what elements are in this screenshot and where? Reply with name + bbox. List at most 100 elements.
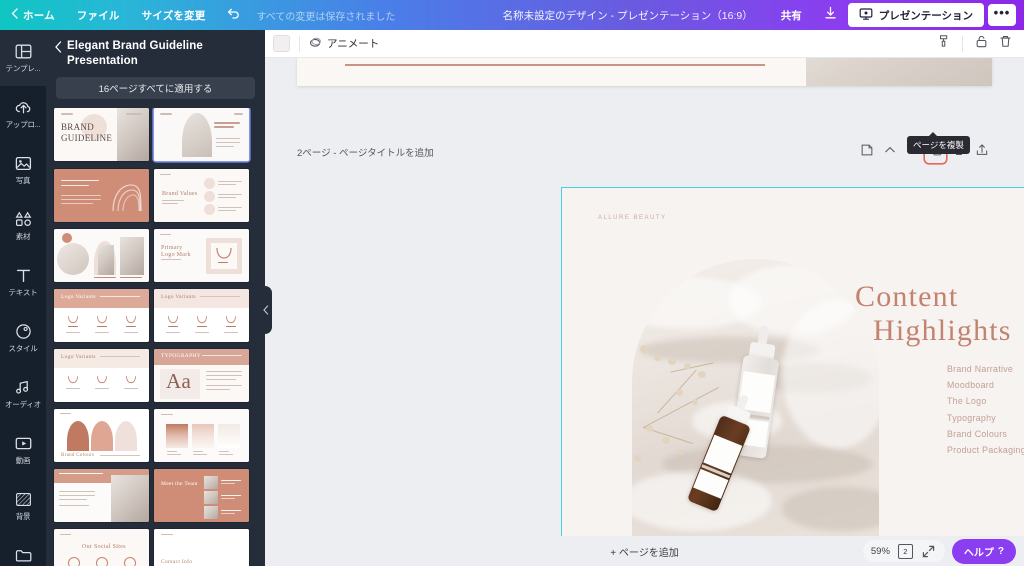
slide-title-line-2: Highlights bbox=[873, 313, 1012, 347]
folder-icon bbox=[15, 547, 32, 564]
rail-item-8[interactable]: 動画 bbox=[0, 422, 46, 478]
template-thumbnail-6[interactable]: Primary Logo Mark bbox=[154, 228, 249, 282]
resize-button[interactable]: サイズを変更 bbox=[131, 0, 217, 30]
rail-item-9[interactable]: 背景 bbox=[0, 478, 46, 534]
help-button[interactable]: ヘルプ ? bbox=[951, 538, 1016, 564]
template-thumbnail-5[interactable] bbox=[54, 228, 149, 282]
toolbar-divider bbox=[962, 35, 963, 52]
template-thumbnail-15[interactable]: Our Social Sites bbox=[54, 529, 149, 566]
animate-label: アニメート bbox=[327, 38, 380, 50]
template-thumbnail-3[interactable] bbox=[54, 168, 149, 222]
page-title-field[interactable]: 2ページ - ページタイトルを追加 bbox=[297, 145, 434, 159]
palette-icon bbox=[15, 323, 32, 340]
zoom-controls: 59% 2 bbox=[862, 540, 945, 562]
text-t-icon bbox=[15, 267, 32, 284]
present-button[interactable]: プレゼンテーション bbox=[847, 3, 984, 27]
rail-item-label: スタイル bbox=[8, 343, 38, 353]
slide-page-1-partial[interactable] bbox=[297, 58, 992, 86]
rail-item-label: テンプレ... bbox=[5, 63, 41, 73]
slide-page-2[interactable]: ALLURE BEAUTY 02 bbox=[561, 187, 1024, 537]
rail-item-5[interactable]: テキスト bbox=[0, 254, 46, 310]
panel-title: Elegant Brand Guideline Presentation bbox=[67, 40, 203, 67]
move-up-button[interactable] bbox=[879, 142, 900, 163]
document-title: 名称未設定のデザイン - プレゼンテーション（16:9） bbox=[502, 9, 753, 22]
note-icon bbox=[860, 143, 874, 162]
copy-style-icon bbox=[937, 34, 952, 54]
file-menu[interactable]: ファイル bbox=[66, 0, 131, 30]
table-of-contents[interactable]: Brand Narrative03 Moodboard05 The Logo06 Ty… bbox=[947, 364, 1024, 461]
template-thumbnail-4[interactable]: Brand Values bbox=[154, 168, 249, 222]
toc-row: The Logo06 bbox=[947, 396, 1024, 406]
resize-label: サイズを変更 bbox=[141, 9, 206, 22]
panel-collapse-handle[interactable] bbox=[259, 286, 272, 334]
help-question-icon: ? bbox=[997, 545, 1004, 557]
canvas-area: アニメート 2ページ - ページタイトルを追加 ALLURE BEAUTY Co… bbox=[265, 30, 1024, 566]
audio-note-icon bbox=[15, 379, 32, 396]
upload-cloud-icon bbox=[15, 99, 32, 116]
rail-item-10[interactable]: フォルダー bbox=[0, 534, 46, 566]
template-thumbnail-14[interactable]: Meet the Team bbox=[154, 469, 249, 523]
share-button[interactable]: 共有 bbox=[769, 4, 814, 27]
template-thumbnail-grid: BRAND GUIDELINE Brand Values Primary Logo Ma… bbox=[46, 108, 265, 566]
animate-button[interactable]: アニメート bbox=[309, 36, 379, 52]
canvas-scroll-region[interactable]: 2ページ - ページタイトルを追加 ALLURE BEAUTY 02 bbox=[265, 58, 1024, 537]
template-grid-icon bbox=[15, 43, 32, 60]
present-screen-icon bbox=[859, 7, 873, 23]
template-thumbnail-13[interactable] bbox=[54, 469, 149, 523]
delete-button[interactable] bbox=[994, 33, 1016, 55]
template-thumbnail-2[interactable] bbox=[154, 108, 249, 162]
rail-item-6[interactable]: スタイル bbox=[0, 310, 46, 366]
canvas-toolbar: アニメート bbox=[265, 30, 1024, 58]
slide-title[interactable]: Content Highlights bbox=[855, 280, 1012, 347]
undo-button[interactable] bbox=[217, 0, 249, 30]
toc-label: Brand Narrative bbox=[947, 364, 1014, 374]
template-thumbnail-16[interactable]: Contact Info bbox=[154, 529, 249, 566]
rail-item-label: テキスト bbox=[8, 287, 38, 297]
save-status: すべての変更は保存されました bbox=[256, 11, 396, 23]
brand-mark-text: ALLURE BEAUTY bbox=[598, 215, 667, 221]
slide-1-photo bbox=[806, 58, 992, 86]
decorative-rule bbox=[345, 64, 765, 66]
template-thumbnail-11[interactable]: Brand Colours bbox=[54, 409, 149, 463]
rail-item-1[interactable]: テンプレ... bbox=[0, 30, 46, 86]
toc-row: Typography10 bbox=[947, 413, 1024, 423]
template-thumbnail-1[interactable]: BRAND GUIDELINE bbox=[54, 108, 149, 162]
rail-item-label: 背景 bbox=[15, 511, 31, 521]
toc-label: Product Packaging bbox=[947, 444, 1024, 455]
page-grid-icon[interactable]: 2 bbox=[897, 543, 913, 559]
template-thumbnail-12[interactable] bbox=[154, 409, 249, 463]
export-page-button[interactable] bbox=[971, 142, 992, 163]
template-thumbnail-8[interactable]: Logo Variants bbox=[154, 288, 249, 342]
zoom-level[interactable]: 59% bbox=[871, 546, 890, 557]
shapes-icon bbox=[15, 211, 32, 228]
toc-label: The Logo bbox=[947, 396, 987, 407]
notes-button[interactable] bbox=[856, 142, 877, 163]
rail-item-3[interactable]: 写真 bbox=[0, 142, 46, 198]
rail-item-7[interactable]: オーディオ bbox=[0, 366, 46, 422]
help-label: ヘルプ bbox=[963, 547, 994, 559]
download-button[interactable] bbox=[818, 4, 844, 26]
rail-item-label: 写真 bbox=[15, 175, 31, 185]
home-button[interactable]: ホーム bbox=[0, 0, 66, 30]
lock-button[interactable] bbox=[970, 33, 992, 55]
page-color-swatch[interactable] bbox=[273, 35, 290, 52]
rail-item-2[interactable]: アップロ... bbox=[0, 86, 46, 142]
arch-product-photo[interactable] bbox=[632, 259, 879, 537]
duplicate-page-tooltip: ページを複製 bbox=[907, 132, 970, 154]
more-options-button[interactable]: ••• bbox=[988, 4, 1016, 26]
fullscreen-expand-icon[interactable] bbox=[921, 543, 937, 559]
template-thumbnail-7[interactable]: Logo Variants bbox=[54, 288, 149, 342]
apply-all-pages-button[interactable]: 16ページすべてに適用する bbox=[56, 77, 255, 100]
page-header-row: 2ページ - ページタイトルを追加 bbox=[297, 141, 992, 163]
slide-title-line-1: Content bbox=[855, 280, 959, 313]
undo-icon bbox=[226, 7, 240, 23]
toc-row: Product Packaging13 bbox=[947, 445, 1024, 455]
download-icon bbox=[824, 6, 837, 25]
panel-back-button[interactable] bbox=[54, 40, 62, 58]
bottom-bar: + ページを追加 59% 2 ヘルプ ? bbox=[265, 536, 1024, 566]
template-thumbnail-9[interactable]: Logo Variants bbox=[54, 348, 149, 402]
copy-style-button[interactable] bbox=[933, 33, 955, 55]
template-thumbnail-10[interactable]: TYPOGRAPHY Aa bbox=[154, 348, 249, 402]
background-pattern-icon bbox=[15, 491, 32, 508]
rail-item-4[interactable]: 素材 bbox=[0, 198, 46, 254]
